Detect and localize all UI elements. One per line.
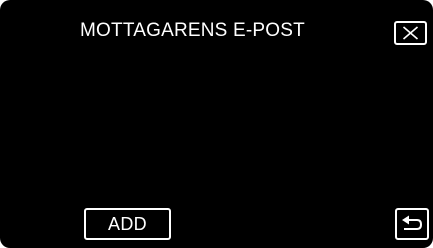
back-button[interactable] <box>395 208 429 240</box>
return-arrow-icon <box>400 214 424 234</box>
camera-screen: MOTTAGARENS E-POST ADD <box>0 0 433 248</box>
screen-title: MOTTAGARENS E-POST <box>80 20 305 41</box>
add-button[interactable]: ADD <box>84 208 171 240</box>
close-icon <box>402 26 419 40</box>
close-button[interactable] <box>394 21 427 45</box>
